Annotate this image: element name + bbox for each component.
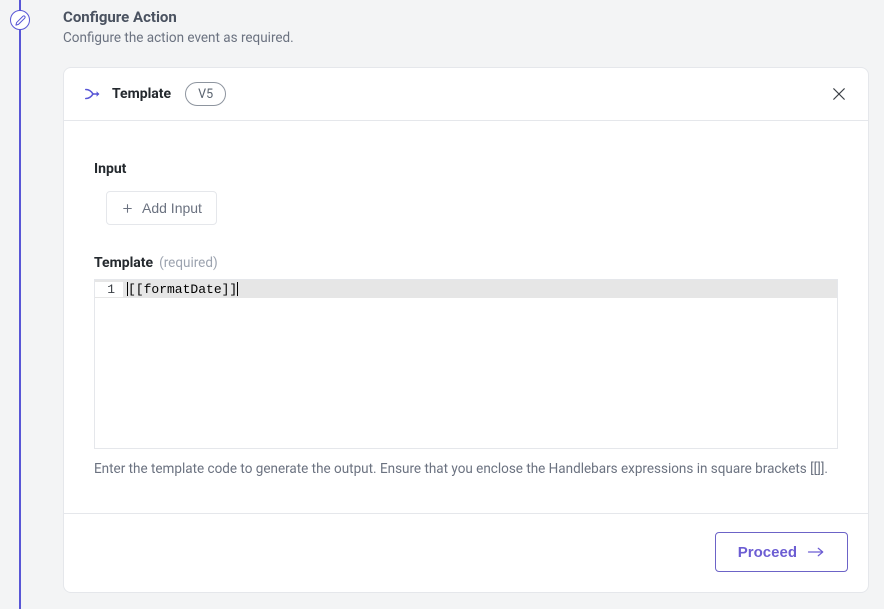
template-code-editor[interactable]: 1 [[formatDate]]	[94, 279, 838, 449]
line-number: 1	[95, 282, 123, 297]
arrow-right-icon	[807, 546, 825, 558]
plus-icon	[121, 202, 134, 215]
code-content: [[formatDate]]	[123, 282, 238, 297]
card-header: Template V5	[64, 68, 868, 121]
cursor-right	[237, 282, 238, 296]
card-footer: Proceed	[64, 513, 868, 592]
close-button[interactable]	[830, 85, 848, 103]
step-title: Template	[112, 86, 171, 102]
proceed-button[interactable]: Proceed	[715, 532, 848, 572]
pencil-icon	[15, 15, 26, 26]
card-body: Input Add Input Template (required) 1 [[…	[64, 121, 868, 479]
add-input-label: Add Input	[142, 200, 202, 216]
timeline-line	[19, 0, 21, 609]
version-badge[interactable]: V5	[185, 82, 226, 106]
merge-icon	[84, 86, 102, 102]
code-line: 1 [[formatDate]]	[95, 280, 837, 298]
config-card: Template V5 Input Add Input Template (re…	[63, 67, 869, 593]
add-input-button[interactable]: Add Input	[106, 191, 217, 225]
page-subtitle: Configure the action event as required.	[63, 30, 294, 46]
page-title: Configure Action	[63, 8, 294, 26]
template-label: Template	[94, 255, 153, 271]
template-helper-text: Enter the template code to generate the …	[94, 459, 838, 479]
close-icon	[830, 85, 848, 103]
timeline-step-icon	[10, 10, 30, 30]
proceed-label: Proceed	[738, 544, 797, 561]
required-label: (required)	[159, 255, 218, 271]
input-section-label: Input	[94, 161, 838, 177]
